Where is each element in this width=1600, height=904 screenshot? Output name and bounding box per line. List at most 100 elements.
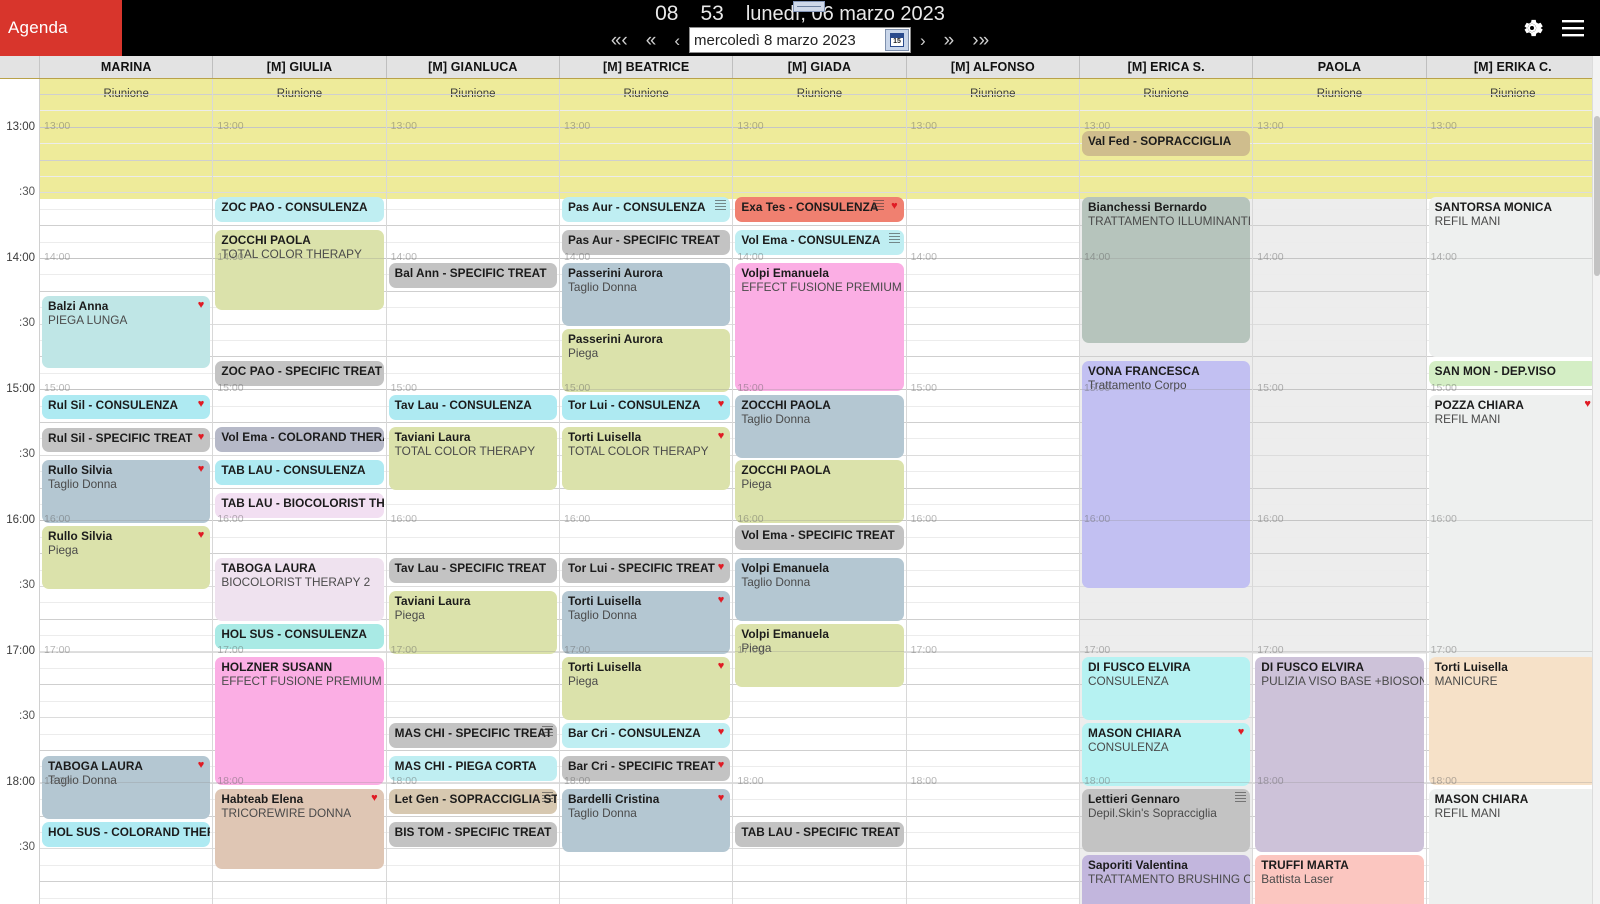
appointment-block[interactable]: Pas Aur - SPECIFIC TREAT	[561, 230, 731, 255]
grid-hour-ghost-line	[1079, 520, 1253, 521]
nav-prev-week-button[interactable]: «	[637, 28, 666, 53]
appointment-block[interactable]: Torti Luisella Piega ♥	[561, 657, 731, 720]
appointment-block[interactable]: Tor Lui - SPECIFIC TREAT ♥	[561, 558, 731, 583]
nav-next-day-button[interactable]: ›	[911, 29, 935, 52]
appointment-block[interactable]: HOL SUS - COLORAND THER	[42, 822, 211, 847]
resource-column[interactable]: Riunione Val Fed - SOPRACCIGLIA Bianchessi…	[1079, 79, 1254, 904]
nav-prev-day-button[interactable]: ‹	[665, 29, 689, 52]
resource-column[interactable]: Riunione Pas Aur - CONSULENZA Pas Aur - SP…	[559, 79, 734, 904]
appointment-block[interactable]: SANTORSA MONICA REFIL MANI	[1428, 197, 1597, 357]
appointment-block[interactable]: ZOCCHI PAOLA TOTAL COLOR THERAPY	[215, 230, 384, 310]
appointment-block[interactable]: Taviani Laura Piega	[388, 591, 557, 654]
vertical-scrollbar[interactable]	[1592, 56, 1600, 904]
appointment-block[interactable]: Bianchessi Bernardo TRATTAMENTO ILLUMINAN…	[1081, 197, 1251, 343]
appointment-block[interactable]: SAN MON - DEP.VISO	[1428, 361, 1597, 386]
appointment-block[interactable]: Rul Sil - SPECIFIC TREAT ♥	[42, 428, 211, 452]
appointment-block[interactable]: Lettieri Gennaro Depil.Skin's Sopraccigli…	[1081, 789, 1251, 852]
resource-column[interactable]: Riunione SANTORSA MONICA REFIL MANI SAN MON…	[1426, 79, 1600, 904]
appointment-block[interactable]: ZOC PAO - SPECIFIC TREAT	[215, 361, 384, 386]
vertical-scrollbar-thumb[interactable]	[1594, 116, 1600, 276]
notes-list-icon[interactable]	[541, 792, 553, 804]
appointment-block[interactable]: Bardelli Cristina Taglio Donna ♥	[561, 789, 731, 852]
appointment-block[interactable]: TAB LAU - BIOCOLORIST THE	[215, 493, 384, 518]
appointment-block[interactable]: MASON CHIARA CONSULENZA ♥	[1081, 723, 1251, 786]
appointment-block[interactable]: Taviani Laura TOTAL COLOR THERAPY	[388, 427, 557, 490]
resource-header-marina[interactable]: MARINA	[40, 56, 214, 78]
appointment-block[interactable]: TAB LAU - CONSULENZA	[215, 460, 384, 485]
appointment-block[interactable]: DI FUSCO ELVIRA CONSULENZA	[1081, 657, 1251, 720]
resource-column[interactable]: Riunione Exa Tes - CONSULENZA ♥ Vol Ema - C…	[733, 79, 907, 904]
notes-list-icon[interactable]	[888, 233, 900, 245]
appointment-block[interactable]: Vol Ema - CONSULENZA	[735, 230, 904, 255]
appointment-block[interactable]: Bal Ann - SPECIFIC TREAT	[388, 263, 557, 288]
notes-list-icon[interactable]	[1235, 792, 1247, 804]
appointment-block[interactable]: TABOGA LAURA BIOCOLORIST THERAPY 2	[215, 558, 384, 621]
resource-column[interactable]: Riunione DI FUSCO ELVIRA PULIZIA VISO BASE…	[1253, 79, 1427, 904]
appointment-block[interactable]: Rullo Silvia Taglio Donna ♥	[42, 460, 211, 523]
appointment-block[interactable]: Passerini Aurora Piega	[561, 329, 731, 392]
appointment-block[interactable]: TABOGA LAURA Taglio Donna ♥	[42, 756, 211, 819]
appointment-block[interactable]: Torti Luisella MANICURE	[1428, 657, 1597, 785]
appointment-block[interactable]: Rullo Silvia Piega ♥	[42, 526, 211, 589]
nav-next-week-button[interactable]: »	[935, 28, 964, 53]
appointment-block[interactable]: Exa Tes - CONSULENZA ♥	[735, 197, 904, 222]
resource-header-paola[interactable]: PAOLA	[1253, 56, 1427, 78]
appointment-block[interactable]: DI FUSCO ELVIRA PULIZIA VISO BASE +BIOSON…	[1255, 657, 1424, 852]
appointment-block[interactable]: Bar Cri - SPECIFIC TREAT ♥	[561, 756, 731, 781]
appointment-block[interactable]: Tav Lau - SPECIFIC TREAT	[388, 558, 557, 583]
resource-column[interactable]: Riunione Bal Ann - SPECIFIC TREAT Tav Lau …	[386, 79, 560, 904]
appointment-block[interactable]: BIS TOM - SPECIFIC TREAT	[388, 822, 557, 847]
appointment-block[interactable]: HOL SUS - CONSULENZA	[215, 624, 384, 649]
appointment-block[interactable]: Volpi Emanuela Piega	[735, 624, 904, 687]
notes-list-icon[interactable]	[541, 726, 553, 738]
appointment-block[interactable]: TAB LAU - SPECIFIC TREAT	[735, 822, 904, 847]
appointment-block[interactable]: Rul Sil - CONSULENZA ♥	[42, 395, 211, 419]
appointment-block[interactable]: Torti Luisella TOTAL COLOR THERAPY ♥	[561, 427, 731, 490]
resource-column[interactable]: Riunione 13:00 14:00 15:00 16:00 17:00 18:00	[906, 79, 1080, 904]
resource-header-mgianluca[interactable]: [M] GIANLUCA	[386, 56, 560, 78]
appointment-block[interactable]: MAS CHI - PIEGA CORTA	[388, 756, 557, 781]
appointment-block[interactable]: TRUFFI MARTA Battista Laser	[1255, 855, 1424, 904]
clock-spinner-icon[interactable]	[793, 1, 825, 12]
appointment-block[interactable]: ZOC PAO - CONSULENZA	[215, 197, 384, 222]
nav-last-button[interactable]: ›»	[963, 28, 998, 53]
appointment-block[interactable]: Habteab Elena TRICOREWIRE DONNA ♥	[215, 789, 384, 869]
appointment-block[interactable]: Volpi Emanuela Taglio Donna	[735, 558, 904, 621]
appointment-client-name: Vol Ema - COLORAND THERA	[221, 430, 384, 444]
date-input-wrapper[interactable]: 15	[689, 27, 911, 53]
notes-list-icon[interactable]	[715, 200, 727, 212]
appointment-block[interactable]: Bar Cri - CONSULENZA ♥	[561, 723, 731, 748]
resource-column[interactable]: Riunione ZOC PAO - CONSULENZA ZOCCHI PAOLA…	[213, 79, 387, 904]
resource-header-mgiada[interactable]: [M] GIADA	[733, 56, 907, 78]
resource-column[interactable]: Riunione Balzi Anna PIEGA LUNGA ♥ Rul Sil - …	[40, 79, 214, 904]
appointment-block[interactable]: Let Gen - SOPRACCIGLIA STR	[388, 789, 557, 814]
appointment-block[interactable]: ZOCCHI PAOLA Taglio Donna	[735, 395, 904, 458]
appointment-block[interactable]: Saporiti Valentina TRATTAMENTO BRUSHING C…	[1081, 855, 1251, 904]
appointment-block[interactable]: Passerini Aurora Taglio Donna	[561, 263, 731, 326]
nav-first-button[interactable]: «‹	[602, 28, 637, 53]
appointment-block[interactable]: MAS CHI - SPECIFIC TREAT	[388, 723, 557, 748]
resource-header-mbeatrice[interactable]: [M] BEATRICE	[559, 56, 734, 78]
calendar-picker-button[interactable]: 15	[885, 29, 909, 51]
appointment-block[interactable]: Vol Ema - COLORAND THERA	[215, 427, 384, 452]
resource-header-mgiulia[interactable]: [M] GIULIA	[213, 56, 387, 78]
appointment-block[interactable]: Torti Luisella Taglio Donna ♥	[561, 591, 731, 654]
appointment-block[interactable]: Pas Aur - CONSULENZA	[561, 197, 731, 222]
date-input[interactable]	[690, 29, 882, 51]
appointment-block[interactable]: Volpi Emanuela EFFECT FUSIONE PREMIUM	[735, 263, 904, 391]
appointment-block[interactable]: MASON CHIARA REFIL MANI	[1428, 789, 1597, 904]
notes-list-icon[interactable]	[872, 200, 884, 212]
appointment-block[interactable]: Val Fed - SOPRACCIGLIA	[1081, 131, 1251, 156]
resource-header-merikac[interactable]: [M] ERIKA C.	[1426, 56, 1600, 78]
appointment-block[interactable]: Tav Lau - CONSULENZA	[388, 395, 557, 420]
resource-header-malfonso[interactable]: [M] ALFONSO	[906, 56, 1080, 78]
appointment-block[interactable]: Vol Ema - SPECIFIC TREAT	[735, 525, 904, 550]
appointment-block[interactable]: Balzi Anna PIEGA LUNGA ♥	[42, 296, 211, 368]
appointment-block[interactable]: VONA FRANCESCA Trattamento Corpo	[1081, 361, 1251, 588]
appointment-client-name: Bal Ann - SPECIFIC TREAT	[394, 266, 547, 280]
appointment-block[interactable]: POZZA CHIARA REFIL MANI ♥	[1428, 395, 1597, 688]
appointment-block[interactable]: Tor Lui - CONSULENZA ♥	[561, 395, 731, 420]
appointment-block[interactable]: ZOCCHI PAOLA Piega	[735, 460, 904, 523]
resource-header-mericas[interactable]: [M] ERICA S.	[1079, 56, 1254, 78]
appointment-block[interactable]: HOLZNER SUSANN EFFECT FUSIONE PREMIUM	[215, 657, 384, 785]
